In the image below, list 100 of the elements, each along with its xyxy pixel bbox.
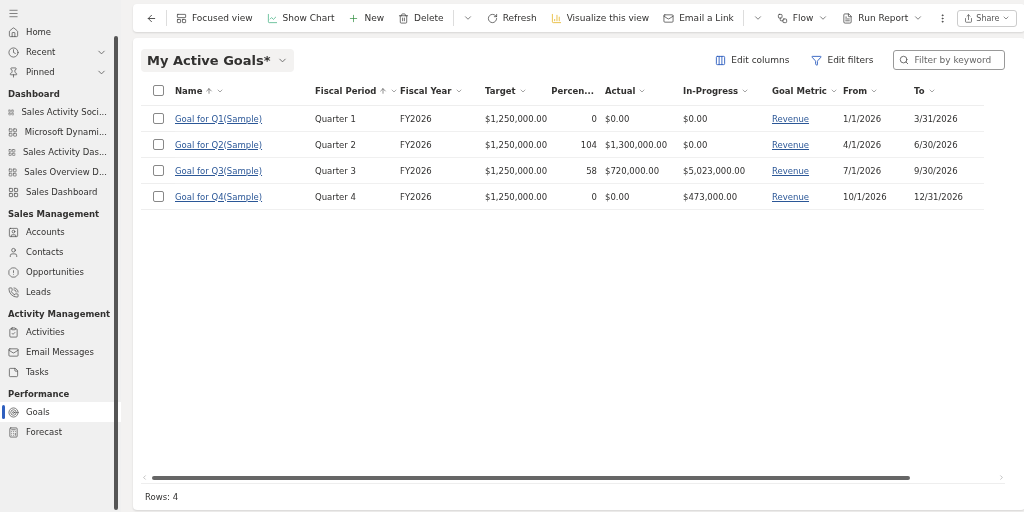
pin-icon [8, 66, 19, 78]
toolbar-button[interactable]: Focused view [171, 9, 258, 27]
nav-item[interactable]: Email Messages [0, 342, 121, 362]
chart-icon [266, 12, 278, 24]
edit-filters-button[interactable]: Edit filters [805, 53, 880, 67]
table-cell: Quarter 2 [315, 139, 356, 150]
nav-label: Accounts [26, 227, 65, 237]
toolbar-button[interactable]: Refresh [481, 9, 542, 27]
record-link[interactable]: Goal for Q2(Sample) [175, 139, 263, 150]
toolbar-button[interactable]: Run Report [837, 9, 929, 27]
plus-icon [348, 12, 360, 24]
record-link[interactable]: Revenue [772, 113, 810, 124]
nav-item[interactable]: Forecast [0, 422, 121, 442]
calculator-icon [8, 426, 19, 438]
row-checkbox[interactable] [152, 139, 164, 150]
alert-icon [8, 266, 19, 278]
grid-icon [8, 166, 18, 178]
section-title: Dashboard [7, 88, 61, 101]
record-link[interactable]: Goal for Q3(Sample) [175, 165, 263, 176]
clipboard-icon [8, 326, 19, 338]
edit-columns-button[interactable]: Edit columns [709, 53, 796, 67]
table-cell: FY2026 [400, 139, 432, 150]
report-icon [842, 12, 854, 24]
sort-arrow-icon [379, 86, 388, 95]
nav-item[interactable]: Home [0, 22, 121, 42]
nav-item[interactable]: Tasks [0, 362, 121, 382]
menu-icon [8, 7, 19, 19]
nav-item[interactable]: Leads [0, 282, 121, 302]
column-header[interactable]: From [843, 85, 868, 96]
table-cell: $0.00 [683, 113, 708, 124]
nav-item[interactable]: Activities [0, 322, 121, 342]
layout-icon [176, 12, 187, 24]
filter-field[interactable]: Filter by keyword [893, 50, 1006, 70]
column-header[interactable]: Actual [605, 85, 636, 96]
nav-item[interactable]: Goals [0, 402, 121, 422]
table-cell: $0.00 [683, 139, 708, 150]
table-cell: 7/1/2026 [843, 165, 882, 176]
table-cell: 9/30/2026 [914, 165, 958, 176]
toolbar-button[interactable]: New [343, 9, 390, 27]
nav-label: Email Messages [26, 347, 94, 357]
row-checkbox[interactable] [152, 191, 164, 202]
toolbar-button[interactable]: Delete [393, 9, 449, 27]
nav-item[interactable]: Sales Activity Soci... [0, 102, 121, 122]
column-header[interactable]: Goal Metric [772, 85, 827, 96]
nav-item[interactable]: Contacts [0, 242, 121, 262]
toolbar-button[interactable]: Flow [771, 9, 834, 27]
table-cell: 58 [586, 165, 597, 176]
nav-item[interactable]: Sales Dashboard [0, 182, 121, 202]
nav-item[interactable]: Opportunities [0, 262, 121, 282]
nav-label: Recent [26, 47, 57, 57]
column-header[interactable]: Fiscal Period [315, 85, 377, 96]
nav-label: Leads [26, 287, 51, 297]
view-selector[interactable]: My Active Goals* [141, 48, 294, 72]
record-link[interactable]: Goal for Q1(Sample) [175, 113, 263, 124]
refresh-icon [486, 12, 498, 24]
nav-label: Tasks [26, 367, 49, 377]
toolbar-button[interactable]: Visualize this view [545, 9, 655, 27]
nav-item[interactable]: Pinned [0, 62, 121, 82]
flow-icon [776, 12, 788, 24]
nav-item[interactable]: Microsoft Dynami... [0, 122, 121, 142]
table-cell: 10/1/2026 [843, 191, 887, 202]
table-cell: 104 [580, 139, 597, 150]
nav-item[interactable]: Accounts [0, 222, 121, 242]
person-icon [8, 246, 19, 258]
table-cell: 1/1/2026 [843, 113, 882, 124]
nav-item[interactable]: Sales Overview D... [0, 162, 121, 182]
share-button[interactable]: Share [957, 9, 1018, 27]
select-all-checkbox[interactable] [152, 85, 164, 96]
row-checkbox[interactable] [152, 165, 164, 176]
table-cell: FY2026 [400, 113, 432, 124]
chevron-down-icon [752, 13, 763, 23]
column-header[interactable]: Fiscal Year [400, 85, 452, 96]
column-header[interactable]: Percen... [551, 85, 594, 96]
column-header[interactable]: To [914, 85, 925, 96]
column-header[interactable]: In-Progress [683, 85, 739, 96]
record-link[interactable]: Revenue [772, 139, 810, 150]
toolbar-button[interactable]: Email a Link [658, 9, 739, 27]
grid-icon [8, 106, 15, 118]
section-title: Performance [7, 388, 71, 401]
clock-icon [8, 46, 19, 58]
nav-item[interactable]: Sales Activity Das... [0, 142, 121, 162]
column-header[interactable]: Name [175, 85, 203, 96]
row-checkbox[interactable] [152, 113, 164, 124]
table-cell: $0.00 [605, 113, 630, 124]
nav-item[interactable]: Recent [0, 42, 121, 62]
target-icon [8, 406, 19, 418]
column-header[interactable]: Target [485, 85, 516, 96]
nav-label: Sales Activity Das... [22, 147, 107, 157]
table-cell: $1,300,000.00 [605, 139, 668, 150]
trash-icon [398, 12, 410, 24]
mail-icon [663, 12, 675, 24]
nav-label: Sales Dashboard [26, 187, 98, 197]
record-link[interactable]: Revenue [772, 191, 810, 202]
share-icon [964, 13, 974, 23]
record-link[interactable]: Revenue [772, 165, 810, 176]
search-icon [899, 55, 910, 65]
section-title: Sales Management [7, 208, 101, 221]
toolbar-button[interactable]: Show Chart [261, 9, 340, 27]
table-cell: 0 [591, 191, 597, 202]
record-link[interactable]: Goal for Q4(Sample) [175, 191, 263, 202]
